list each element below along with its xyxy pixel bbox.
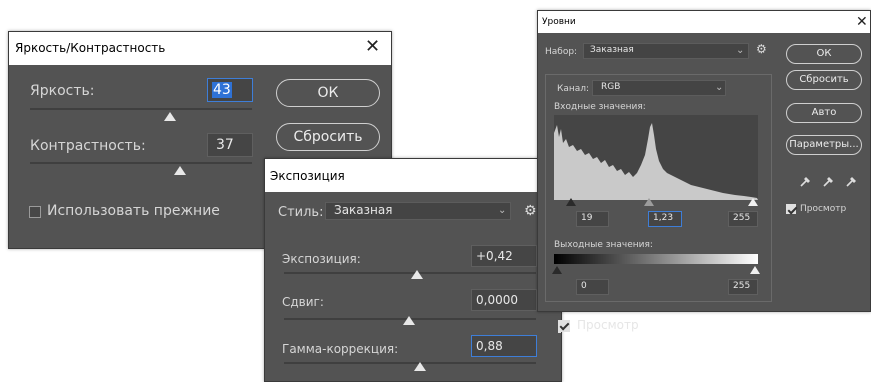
chevron-down-icon: ⌄ xyxy=(715,82,724,93)
levels-auto-label: Авто xyxy=(811,107,837,118)
exposure-preview-checkbox[interactable] xyxy=(558,320,570,332)
output-black-field[interactable]: 0 xyxy=(576,279,609,295)
channel-value: RGB xyxy=(601,82,621,92)
exposure-preset-label: Стиль: xyxy=(278,205,324,220)
input-white-value: 255 xyxy=(733,213,751,223)
use-legacy-checkbox[interactable] xyxy=(29,206,41,218)
brightness-label: Яркость: xyxy=(30,83,95,99)
input-black-value: 19 xyxy=(581,213,593,223)
input-white-field[interactable]: 255 xyxy=(728,211,758,227)
contrast-slider-track[interactable] xyxy=(30,162,252,164)
exposure-preview-label: Просмотр xyxy=(577,318,639,332)
exposure-label: Экспозиция: xyxy=(282,252,361,266)
offset-value: 0,0000 xyxy=(476,293,518,307)
input-gamma-field[interactable]: 1,23 xyxy=(648,211,682,227)
brightness-slider-thumb[interactable] xyxy=(164,112,176,121)
gear-icon[interactable]: ⚙ xyxy=(756,42,767,56)
levels-preview-checkbox[interactable] xyxy=(786,204,796,214)
offset-slider-thumb[interactable] xyxy=(403,316,415,325)
channel-label: Канал: xyxy=(557,84,590,94)
exposure-dialog: Экспозиция Стиль: Заказная ⌄ ⚙ Экспозици… xyxy=(264,158,562,382)
use-legacy-label: Использовать прежние xyxy=(47,203,220,219)
gamma-value: 0,88 xyxy=(476,339,503,353)
exposure-value: +0,42 xyxy=(476,249,513,263)
levels-preset-select[interactable]: Заказная ⌄ xyxy=(583,43,749,59)
black-eyedropper-icon[interactable] xyxy=(799,174,813,188)
output-white-slider[interactable] xyxy=(750,266,760,274)
input-white-slider[interactable] xyxy=(748,198,758,206)
gamma-slider-track[interactable] xyxy=(284,362,536,364)
dialog-titlebar: Яркость/Контрастность ✕ xyxy=(9,32,391,65)
output-black-slider[interactable] xyxy=(552,266,562,274)
gray-eyedropper-icon[interactable] xyxy=(822,174,836,188)
exposure-preset-select[interactable]: Заказная ⌄ xyxy=(325,202,511,220)
gamma-slider-thumb[interactable] xyxy=(414,362,426,371)
exposure-input[interactable]: +0,42 xyxy=(471,245,537,267)
chevron-down-icon: ⌄ xyxy=(736,45,745,56)
gamma-input[interactable]: 0,88 xyxy=(471,335,537,357)
input-black-field[interactable]: 19 xyxy=(576,211,609,227)
levels-auto-button[interactable]: Авто xyxy=(786,103,862,123)
levels-preset-value: Заказная xyxy=(590,45,634,55)
levels-ok-label: ОК xyxy=(816,48,832,59)
contrast-value: 37 xyxy=(216,137,234,153)
gear-icon[interactable]: ⚙ xyxy=(524,203,537,219)
output-black-value: 0 xyxy=(581,281,587,291)
chevron-down-icon: ⌄ xyxy=(498,205,507,216)
brightness-value: 43 xyxy=(212,82,232,98)
brightness-input[interactable]: 43 xyxy=(207,78,253,102)
histogram xyxy=(554,115,758,200)
channel-select[interactable]: RGB ⌄ xyxy=(592,80,726,96)
dialog-titlebar: Экспозиция xyxy=(265,159,561,192)
close-icon[interactable]: ✕ xyxy=(365,38,380,56)
gamma-label: Гамма-коррекция: xyxy=(282,342,399,356)
levels-options-label: Параметры... xyxy=(789,139,859,150)
offset-label: Сдвиг: xyxy=(282,295,324,309)
reset-button[interactable]: Сбросить xyxy=(276,123,380,151)
dialog-title: Яркость/Контрастность xyxy=(15,41,166,55)
input-black-slider[interactable] xyxy=(566,198,576,206)
input-gamma-value: 1,23 xyxy=(653,213,674,223)
levels-options-button[interactable]: Параметры... xyxy=(786,135,862,155)
output-gradient xyxy=(554,254,758,264)
reset-label: Сбросить xyxy=(293,129,363,145)
levels-reset-button[interactable]: Сбросить xyxy=(786,70,862,90)
offset-input[interactable]: 0,0000 xyxy=(471,289,537,311)
ok-button[interactable]: ОК xyxy=(276,79,380,107)
dialog-title: Экспозиция xyxy=(270,169,345,183)
levels-preview-label: Просмотр xyxy=(800,204,847,214)
output-white-value: 255 xyxy=(733,281,751,291)
input-levels-label: Входные значения: xyxy=(554,102,646,112)
exposure-slider-thumb[interactable] xyxy=(411,270,423,279)
input-gamma-slider[interactable] xyxy=(644,198,654,206)
output-levels-label: Выходные значения: xyxy=(554,240,653,250)
output-white-field[interactable]: 255 xyxy=(728,279,758,295)
contrast-label: Контрастность: xyxy=(30,138,146,154)
contrast-input[interactable]: 37 xyxy=(207,133,253,157)
exposure-slider-track[interactable] xyxy=(284,272,536,274)
close-icon[interactable]: ✕ xyxy=(856,13,868,31)
white-eyedropper-icon[interactable] xyxy=(845,174,859,188)
levels-preset-label: Набор: xyxy=(545,47,578,57)
levels-reset-label: Сбросить xyxy=(799,74,849,85)
brightness-slider-track[interactable] xyxy=(30,108,252,110)
dialog-titlebar: Уровни ✕ xyxy=(538,11,870,33)
levels-ok-button[interactable]: ОК xyxy=(786,44,862,64)
exposure-preset-value: Заказная xyxy=(334,203,393,217)
levels-dialog: Уровни ✕ Набор: Заказная ⌄ ⚙ Канал: RGB … xyxy=(537,10,871,312)
contrast-slider-thumb[interactable] xyxy=(174,166,186,175)
ok-label: ОК xyxy=(317,85,339,101)
dialog-title: Уровни xyxy=(542,17,576,27)
